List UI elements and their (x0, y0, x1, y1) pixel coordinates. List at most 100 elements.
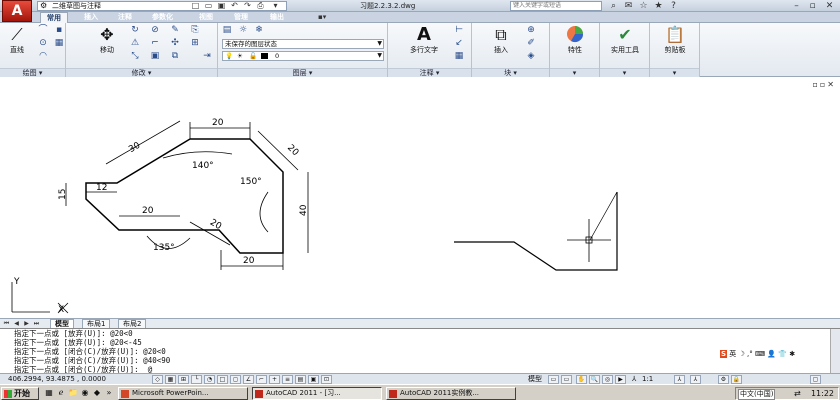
redo-icon[interactable]: ↷ (242, 1, 253, 11)
help-icon[interactable]: ? (667, 0, 680, 12)
help-search-input[interactable]: 键入关键字或短语 (510, 1, 602, 11)
layer-dropdown[interactable]: 💡 ☀ 🔓 0 ▼ (222, 51, 384, 61)
explode-icon[interactable]: ✣ (168, 38, 182, 49)
ortho-toggle[interactable]: └ (191, 375, 202, 384)
mirror-icon[interactable]: ⚠ (128, 38, 142, 49)
input-language-indicator[interactable]: 中文(中国) (738, 389, 776, 400)
rotate-icon[interactable]: ↻ (128, 25, 142, 36)
viewport-controls[interactable]: ▫▫✕ (812, 80, 836, 89)
draw-panel-label[interactable]: 绘图 ▾ (0, 68, 65, 77)
attribute-icon[interactable]: ◈ (524, 51, 538, 62)
transparency-toggle[interactable]: ▤ (295, 375, 306, 384)
maximize-icon[interactable]: ▫ (806, 0, 819, 12)
tab-parametric[interactable]: 参数化 (146, 12, 179, 23)
clipboard-button[interactable]: 📋 剪贴板 (656, 25, 694, 55)
arc-icon[interactable]: ◠ (36, 51, 50, 62)
leader-icon[interactable]: ↙ (452, 38, 466, 49)
layers-panel-label[interactable]: 图层 ▾ (218, 68, 387, 77)
properties-button[interactable]: 特性 (556, 25, 594, 55)
lineweight-toggle[interactable]: ≡ (282, 375, 293, 384)
tab-annotate[interactable]: 注释 (112, 12, 138, 23)
quick-view-layouts-icon[interactable]: ▭ (548, 375, 559, 384)
application-menu-button[interactable]: A (2, 0, 32, 22)
search-icon[interactable]: ⌕ (607, 0, 620, 12)
hatch-icon[interactable]: ▦ (52, 38, 66, 49)
pan-icon[interactable]: ✋ (576, 375, 587, 384)
more-draw-icon[interactable]: ▪ (52, 25, 66, 36)
ribbon-minimize-icon[interactable]: ▪▾ (312, 12, 332, 23)
last-tab-icon[interactable]: ⏭ (32, 319, 41, 328)
comm-center-icon[interactable]: ☆ (637, 0, 650, 12)
quicklaunch-more-icon[interactable]: » (104, 388, 114, 398)
quick-props-toggle[interactable]: ▣ (308, 375, 319, 384)
app-quicklaunch-icon[interactable]: ◆ (92, 388, 102, 398)
fillet-icon[interactable]: ⌐ (148, 38, 162, 49)
lock-ui-icon[interactable]: 🔒 (731, 375, 742, 384)
modify-panel-label[interactable]: 修改 ▾ (66, 68, 217, 77)
save-icon[interactable]: ▣ (216, 1, 227, 11)
properties-panel-expander[interactable]: ▾ (550, 68, 599, 77)
3dosnap-toggle[interactable]: ◻ (230, 375, 241, 384)
move-button[interactable]: ✥ 移动 (94, 25, 120, 55)
utilities-panel-expander[interactable]: ▾ (600, 68, 649, 77)
workspace-switching-icon[interactable]: ⚙ (718, 375, 729, 384)
auto-scale-icon[interactable]: ⅄ (690, 375, 701, 384)
zoom-icon[interactable]: 🔍 (589, 375, 600, 384)
layer-state-dropdown[interactable]: 未保存的图层状态 ▼ (222, 39, 384, 49)
media-icon[interactable]: ◉ (80, 388, 90, 398)
print-icon[interactable]: ⎙ (255, 1, 266, 11)
showmotion-icon[interactable]: ▶ (615, 375, 626, 384)
block-panel-label[interactable]: 块 ▾ (472, 68, 549, 77)
tab-view[interactable]: 视图 (193, 12, 219, 23)
copy-icon[interactable]: ⎘ (188, 25, 202, 36)
grid-toggle[interactable]: ⊞ (178, 375, 189, 384)
utilities-button[interactable]: ✔ 实用工具 (604, 25, 646, 55)
annotation-panel-label[interactable]: 注释 ▾ (388, 68, 471, 77)
annotation-visibility-icon[interactable]: ⅄ (674, 375, 685, 384)
extend-icon[interactable]: ⇥ (200, 51, 214, 62)
open-icon[interactable]: ▭ (203, 1, 214, 11)
stretch-icon[interactable]: ⤡ (128, 51, 142, 62)
tab-insert[interactable]: 插入 (78, 12, 104, 23)
new-icon[interactable]: □ (190, 1, 201, 11)
task-powerpoint[interactable]: Microsoft PowerPoin... (118, 387, 248, 400)
quick-view-drawings-icon[interactable]: ▭ (561, 375, 572, 384)
polyline-icon[interactable]: ⌒ (36, 25, 50, 36)
circle-icon[interactable]: ⊙ (36, 38, 50, 49)
mtext-button[interactable]: A 多行文字 (402, 25, 446, 55)
command-window[interactable]: 指定下一点或 [放弃(U)]: @20<0 指定下一点或 [放弃(U)]: @2… (0, 328, 840, 374)
command-scrollbar[interactable] (830, 329, 840, 374)
start-button[interactable]: 开始 (1, 387, 39, 400)
layer-freeze-icon[interactable]: ❄ (252, 25, 266, 36)
insert-button[interactable]: ⧉ 插入 (486, 25, 516, 55)
infer-constraints-toggle[interactable]: ◇ (152, 375, 163, 384)
show-desktop-icon[interactable]: ▦ (44, 388, 54, 398)
offset-icon[interactable]: ⧉ (168, 51, 182, 62)
close-icon[interactable]: ✕ (823, 0, 836, 12)
task-autocad-drawing[interactable]: AutoCAD 2011 - [习... (252, 387, 382, 400)
table-icon[interactable]: ▦ (452, 51, 466, 62)
polar-toggle[interactable]: ◔ (204, 375, 215, 384)
tab-output[interactable]: 输出 (264, 12, 290, 23)
steering-wheel-icon[interactable]: ◎ (602, 375, 613, 384)
customize-qat-icon[interactable]: ▾ (270, 1, 281, 11)
layer-properties-icon[interactable]: ▤ (220, 25, 234, 36)
ducs-toggle[interactable]: ⌐ (256, 375, 267, 384)
otrack-toggle[interactable]: ∠ (243, 375, 254, 384)
undo-icon[interactable]: ↶ (229, 1, 240, 11)
tab-manage[interactable]: 管理 (228, 12, 254, 23)
clock[interactable]: 11:22 (811, 388, 834, 399)
trim-icon[interactable]: ⊘ (148, 25, 162, 36)
dimension-icon[interactable]: ⊢ (452, 25, 466, 36)
drawing-area[interactable]: ▫▫✕ 20 30 20 15 12 20 20 20 40 140° 150°… (0, 78, 840, 318)
dyn-toggle[interactable]: + (269, 375, 280, 384)
osnap-toggle[interactable]: □ (217, 375, 228, 384)
snap-toggle[interactable]: ▦ (165, 375, 176, 384)
minimize-icon[interactable]: – (790, 0, 803, 12)
prev-tab-icon[interactable]: ◀ (12, 319, 21, 328)
ie-icon[interactable]: ℯ (56, 388, 66, 398)
subscription-icon[interactable]: ✉ (622, 0, 635, 12)
selection-cycling-toggle[interactable]: ⊡ (321, 375, 332, 384)
clipboard-panel-expander[interactable]: ▾ (650, 68, 699, 77)
next-tab-icon[interactable]: ▶ (22, 319, 31, 328)
